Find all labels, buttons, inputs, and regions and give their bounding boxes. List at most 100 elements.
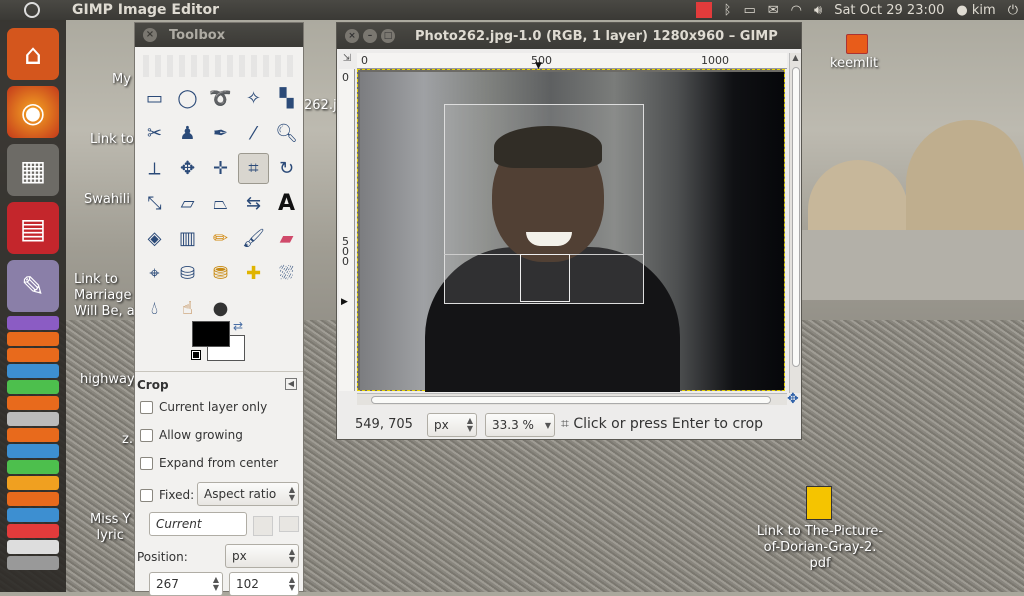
perspective-clone-icon[interactable]: ⛆	[271, 258, 302, 289]
launcher-stacked-item[interactable]	[7, 348, 59, 362]
launcher-stacked-item[interactable]	[7, 508, 59, 522]
dodge-burn-icon[interactable]: ●	[205, 293, 236, 324]
ellipse-select-icon[interactable]: ◯	[172, 83, 203, 114]
horizontal-scrollbar[interactable]	[357, 393, 787, 405]
scale-icon[interactable]: ⤡	[139, 188, 170, 219]
color-select-icon[interactable]: ▚	[271, 83, 302, 114]
flip-icon[interactable]: ⇆	[238, 188, 269, 219]
launcher-stacked-item[interactable]	[7, 476, 59, 490]
launcher-stacked-item[interactable]	[7, 524, 59, 538]
measure-icon[interactable]: ⟂	[139, 153, 170, 184]
rect-select-icon[interactable]: ▭	[139, 83, 170, 114]
ubuntu-logo-icon[interactable]	[24, 2, 40, 18]
unit-select[interactable]: px ▲ ▼	[427, 413, 477, 437]
image-canvas[interactable]	[357, 69, 785, 392]
folder-icon[interactable]	[846, 34, 868, 54]
red-app-icon[interactable]	[695, 2, 712, 18]
move-icon[interactable]: ✥	[172, 153, 203, 184]
pdf-label[interactable]: Link to The-Picture- of-Dorian-Gray-2. p…	[752, 524, 888, 572]
heal-icon[interactable]: ✚	[238, 258, 269, 289]
swap-colors-icon[interactable]: ⇄	[233, 319, 243, 333]
vertical-scrollbar[interactable]: ▲	[789, 53, 801, 393]
launcher-stacked-item[interactable]	[7, 556, 59, 570]
launcher-stacked-item[interactable]	[7, 364, 59, 378]
close-icon[interactable]: ×	[143, 28, 157, 42]
desktop-label[interactable]: Link to Marriage Will Be, a	[74, 272, 135, 320]
clock[interactable]: Sat Oct 29 23:00	[834, 3, 944, 18]
fixed-checkbox[interactable]: Fixed:	[140, 488, 194, 502]
toolbox-titlebar[interactable]: × Toolbox	[135, 23, 303, 47]
launcher-stacked-item[interactable]	[7, 444, 59, 458]
perspective-icon[interactable]: ⏢	[205, 188, 236, 219]
navigate-icon[interactable]: ✥	[787, 391, 799, 407]
reset-colors-icon[interactable]	[191, 350, 201, 360]
scroll-up-icon[interactable]: ▲	[790, 53, 801, 62]
pdf-file-icon[interactable]	[806, 486, 832, 520]
launcher-stacked-item[interactable]	[7, 428, 59, 442]
launcher-stacked-item[interactable]	[7, 492, 59, 506]
horizontal-ruler[interactable]: 0 500 1000 ▼	[357, 53, 787, 71]
position-unit-select[interactable]: px ▲ ▼	[225, 544, 299, 568]
minimize-icon[interactable]: –	[363, 29, 377, 43]
desktop-label[interactable]: Miss Y lyric	[90, 512, 130, 544]
crop-handle[interactable]	[520, 254, 570, 302]
text-icon[interactable]: A	[271, 188, 302, 219]
smudge-icon[interactable]: ☝	[172, 293, 203, 324]
scissors-icon[interactable]: ✂	[139, 118, 170, 149]
eraser-icon[interactable]: ▰	[271, 223, 302, 254]
bucket-fill-icon[interactable]: ◈	[139, 223, 170, 254]
paintbrush-icon[interactable]: 🖌︎	[238, 223, 269, 254]
align-icon[interactable]: ✛	[205, 153, 236, 184]
position-y-input[interactable]: 102 ▲ ▼	[229, 572, 299, 596]
color-picker-icon[interactable]: ⁄	[238, 118, 269, 149]
collapse-icon[interactable]: ◀	[285, 378, 297, 390]
aspect-entry[interactable]: Current	[149, 512, 247, 536]
zoom-icon[interactable]: 🔍︎	[271, 118, 302, 149]
launcher-stacked-item[interactable]	[7, 380, 59, 394]
foreground-select-icon[interactable]: ♟	[172, 118, 203, 149]
firefox-icon[interactable]: ◉	[7, 86, 59, 138]
calculator-icon[interactable]: ▦	[7, 144, 59, 196]
position-x-input[interactable]: 267 ▲ ▼	[149, 572, 223, 596]
desktop-label[interactable]: My	[112, 72, 131, 88]
wifi-icon[interactable]: ◠	[791, 3, 802, 18]
allow-growing-checkbox[interactable]: Allow growing	[140, 428, 243, 442]
rotate-icon[interactable]: ↻	[271, 153, 302, 184]
blend-icon[interactable]: ▥	[172, 223, 203, 254]
launcher-stacked-item[interactable]	[7, 412, 59, 426]
bluetooth-icon[interactable]: ᛒ	[724, 3, 732, 18]
close-icon[interactable]: ×	[345, 29, 359, 43]
volume-icon[interactable]: 🔊︎	[814, 3, 822, 18]
ink-icon[interactable]: ⛁	[172, 258, 203, 289]
archive-manager-icon[interactable]: ▤	[7, 202, 59, 254]
launcher-stacked-item[interactable]	[7, 332, 59, 346]
gimp-icon[interactable]: ✎	[7, 260, 59, 312]
current-layer-only-checkbox[interactable]: Current layer only	[140, 400, 267, 414]
free-select-icon[interactable]: ➰	[205, 83, 236, 114]
quickmask-icon[interactable]: ⇲	[339, 53, 355, 69]
vertical-ruler[interactable]: 0 5 0 0 ▶	[339, 69, 355, 391]
airbrush-icon[interactable]: ⌖	[139, 258, 170, 289]
power-icon[interactable]: ⏻	[1008, 3, 1018, 18]
mail-indicator-icon[interactable]: ✉	[768, 3, 779, 18]
pencil-icon[interactable]: ✏	[205, 223, 236, 254]
shear-icon[interactable]: ▱	[172, 188, 203, 219]
maximize-icon[interactable]: □	[381, 29, 395, 43]
desktop-label[interactable]: z.	[122, 432, 133, 448]
blur-icon[interactable]: 💧︎	[139, 293, 170, 324]
zoom-select[interactable]: 33.3 % ▼	[485, 413, 555, 437]
horizontal-scroll-thumb[interactable]	[371, 396, 771, 404]
user-indicator[interactable]: ● kim	[956, 3, 995, 18]
portrait-icon[interactable]	[253, 516, 273, 536]
fuzzy-select-icon[interactable]: ✧	[238, 83, 269, 114]
landscape-icon[interactable]	[279, 516, 299, 532]
image-titlebar[interactable]: × – □ Photo262.jpg-1.0 (RGB, 1 layer) 12…	[337, 23, 801, 49]
launcher-stacked-item[interactable]	[7, 316, 59, 330]
desktop-label[interactable]: highway	[80, 372, 135, 388]
foreground-color-swatch[interactable]	[192, 321, 230, 347]
expand-from-center-checkbox[interactable]: Expand from center	[140, 456, 278, 470]
launcher-stacked-item[interactable]	[7, 540, 59, 554]
crop-icon[interactable]: ⌗	[238, 153, 269, 184]
launcher-stacked-item[interactable]	[7, 460, 59, 474]
battery-icon[interactable]: ▭	[743, 3, 755, 18]
